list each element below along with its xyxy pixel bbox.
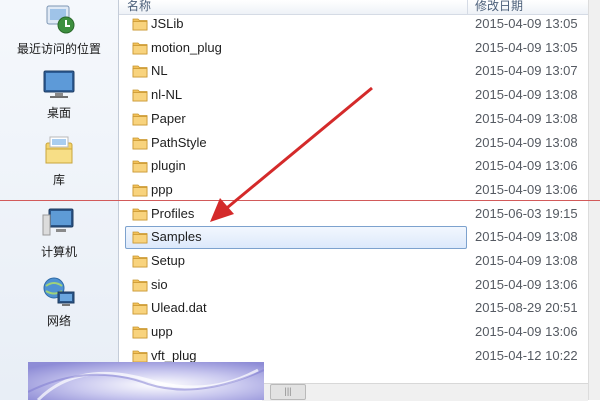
computer-icon: [42, 208, 74, 236]
file-name: Ulead.dat: [151, 300, 207, 316]
file-name: vft_plug: [151, 347, 197, 363]
file-row[interactable]: Paper 2015-04-09 13:08: [119, 108, 600, 130]
file-row[interactable]: nl-NL 2015-04-09 13:08: [119, 84, 600, 106]
folder-icon: [132, 63, 148, 78]
network-icon: [43, 277, 75, 306]
file-date-modified: 2015-08-29 20:51: [475, 300, 578, 316]
file-date-modified: 2015-04-09 13:07: [475, 63, 578, 79]
file-name: sio: [151, 276, 168, 292]
file-date-modified: 2015-04-12 10:22: [475, 347, 578, 363]
file-date-modified: 2015-06-03 19:15: [475, 205, 578, 221]
file-date-modified: 2015-04-09 13:05: [475, 16, 578, 31]
file-row[interactable]: Samples 2015-04-09 13:08: [119, 226, 600, 250]
horizontal-scrollbar[interactable]: [262, 383, 588, 401]
file-date-modified: 2015-04-09 13:08: [475, 87, 578, 103]
file-row[interactable]: motion_plug 2015-04-09 13:05: [119, 37, 600, 59]
file-name: Profiles: [151, 205, 195, 221]
file-row[interactable]: JSLib 2015-04-09 13:05: [119, 13, 600, 35]
file-date-modified: 2015-04-09 13:08: [475, 134, 578, 150]
horizontal-scroll-thumb[interactable]: |||: [270, 384, 306, 400]
file-date-modified: 2015-04-09 13:06: [475, 324, 578, 340]
nav-item-recent-places[interactable]: 最近访问的位置: [4, 2, 114, 60]
file-date-modified: 2015-04-09 13:08: [475, 110, 578, 126]
file-row[interactable]: Setup 2015-04-09 13:08: [119, 250, 600, 272]
folder-icon: [132, 348, 148, 363]
file-row[interactable]: NL 2015-04-09 13:07: [119, 60, 600, 82]
folder-icon: [132, 40, 148, 55]
wallpaper-swirl: [28, 362, 264, 400]
folder-icon: [132, 206, 148, 221]
column-divider[interactable]: [467, 0, 468, 14]
file-name: NL: [151, 63, 168, 79]
file-name: Paper: [151, 110, 186, 126]
file-date-modified: 2015-04-09 13:08: [475, 229, 578, 245]
folder-icon: [132, 229, 148, 244]
file-row[interactable]: Profiles 2015-06-03 19:15: [119, 203, 600, 225]
file-name: motion_plug: [151, 39, 222, 55]
file-date-modified: 2015-04-09 13:08: [475, 253, 578, 268]
nav-label: 网络: [46, 314, 71, 328]
folder-icon: [132, 158, 148, 173]
column-header-name[interactable]: 名称: [127, 0, 151, 14]
file-name: PathStyle: [151, 134, 207, 150]
file-name: ppp: [151, 181, 173, 197]
folder-icon: [132, 324, 148, 339]
folder-icon: [132, 182, 148, 197]
file-row[interactable]: Ulead.dat 2015-08-29 20:51: [119, 297, 600, 319]
nav-item-computer[interactable]: 计算机: [4, 205, 114, 263]
nav-label: 计算机: [40, 245, 77, 259]
file-date-modified: 2015-04-09 13:06: [475, 276, 578, 292]
folder-icon: [132, 253, 148, 268]
file-row[interactable]: PathStyle 2015-04-09 13:08: [119, 132, 600, 154]
folder-icon: [132, 277, 148, 292]
file-name: JSLib: [151, 16, 184, 31]
nav-item-desktop[interactable]: 桌面: [4, 66, 114, 124]
file-name: Setup: [151, 253, 185, 268]
nav-item-libraries[interactable]: 库: [4, 133, 114, 191]
nav-label: 桌面: [46, 106, 71, 120]
file-row[interactable]: plugin 2015-04-09 13:06: [119, 155, 600, 177]
file-name: nl-NL: [151, 87, 183, 103]
nav-item-network[interactable]: 网络: [4, 274, 114, 332]
nav-label: 库: [52, 173, 65, 187]
libraries-icon: [45, 136, 73, 164]
file-date-modified: 2015-04-09 13:05: [475, 39, 578, 55]
folder-icon: [132, 87, 148, 102]
nav-label: 最近访问的位置: [16, 42, 101, 56]
file-date-modified: 2015-04-09 13:06: [475, 181, 578, 197]
folder-icon: [132, 135, 148, 150]
file-row[interactable]: upp 2015-04-09 13:06: [119, 321, 600, 343]
desktop-icon: [43, 70, 75, 98]
column-header-date-modified[interactable]: 修改日期: [475, 0, 523, 14]
folder-icon: [132, 111, 148, 126]
file-row[interactable]: sio 2015-04-09 13:06: [119, 274, 600, 296]
file-date-modified: 2015-04-09 13:06: [475, 158, 578, 174]
file-name: upp: [151, 324, 173, 340]
file-name: Samples: [151, 229, 202, 245]
folder-icon: [132, 16, 148, 31]
red-guide-line: [0, 200, 600, 201]
folder-icon: [132, 300, 148, 315]
file-row[interactable]: ppp 2015-04-09 13:06: [119, 179, 600, 201]
file-name: plugin: [151, 158, 186, 174]
recent-places-icon: [46, 5, 75, 34]
